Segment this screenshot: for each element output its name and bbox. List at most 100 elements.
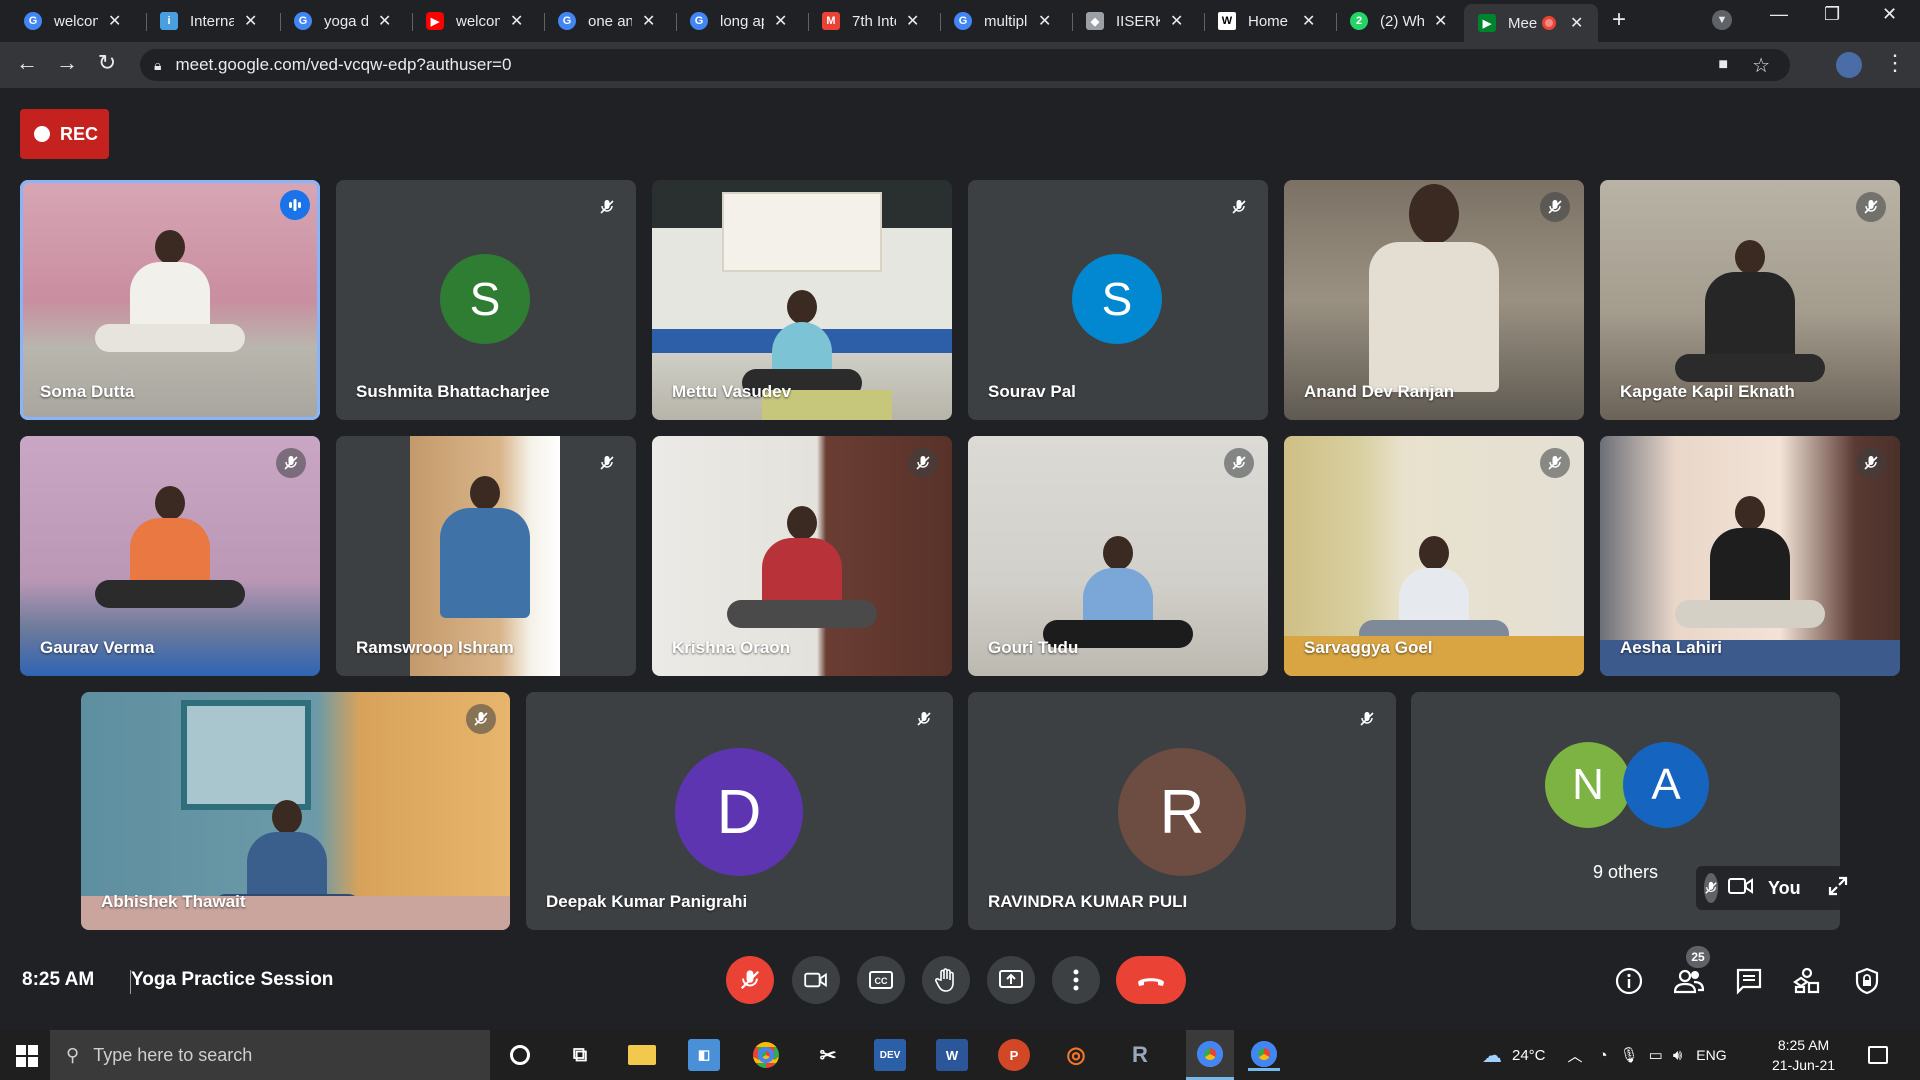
participant-tile[interactable]: Krishna Oraon xyxy=(652,436,952,676)
close-tab-icon[interactable]: ✕ xyxy=(1570,13,1583,33)
taskbar-search-box[interactable]: ⚲ Type here to search xyxy=(50,1030,490,1080)
participant-video xyxy=(1359,536,1509,648)
chrome-active-icon[interactable] xyxy=(1186,1030,1234,1080)
participant-tile[interactable]: Kapgate Kapil Eknath xyxy=(1600,180,1900,420)
browser-tab[interactable]: 2 (2) Wha ✕ xyxy=(1346,6,1447,36)
close-tab-icon[interactable]: ✕ xyxy=(642,11,655,31)
camera-toggle-button[interactable] xyxy=(792,956,840,1004)
close-tab-icon[interactable]: ✕ xyxy=(1038,11,1051,31)
participant-tile[interactable]: Aesha Lahiri xyxy=(1600,436,1900,676)
back-icon[interactable]: ← xyxy=(12,50,42,76)
browser-tab[interactable]: Gyoga da ✕ xyxy=(290,6,391,36)
bookmark-star-icon[interactable]: ☆ xyxy=(1752,53,1770,78)
leave-call-button[interactable] xyxy=(1116,956,1186,1004)
cortana-icon[interactable] xyxy=(504,1039,536,1071)
participant-tile[interactable]: S Sushmita Bhattacharjee xyxy=(336,180,636,420)
host-controls-icon[interactable] xyxy=(1850,964,1884,998)
close-tab-icon[interactable]: ✕ xyxy=(1302,11,1315,31)
battery-icon[interactable]: ▭ xyxy=(1649,1046,1663,1064)
participant-tile[interactable]: Soma Dutta xyxy=(20,180,320,420)
windows-taskbar: ⚲ Type here to search ⧉ ◧ ✂ DEV W P ◎ R … xyxy=(0,1030,1920,1080)
close-tab-icon[interactable]: ✕ xyxy=(774,11,787,31)
mic-off-icon xyxy=(1224,448,1254,478)
participant-tile[interactable]: Ramswroop Ishram xyxy=(336,436,636,676)
r-studio-icon[interactable]: R xyxy=(1124,1039,1156,1071)
chrome-icon[interactable] xyxy=(750,1039,782,1071)
powerpoint-icon[interactable]: P xyxy=(998,1039,1030,1071)
browser-tab[interactable]: Gwelcom ✕ xyxy=(20,6,121,36)
recording-indicator-icon xyxy=(1542,16,1556,30)
participant-tile[interactable]: Mettu Vasudev xyxy=(652,180,952,420)
expand-icon[interactable] xyxy=(1827,875,1849,902)
browser-tab[interactable]: ▶ welcom ✕ xyxy=(422,6,523,36)
participant-tile[interactable]: D Deepak Kumar Panigrahi xyxy=(526,692,953,930)
browser-tab[interactable]: Gone and ✕ xyxy=(554,6,655,36)
more-options-button[interactable] xyxy=(1052,956,1100,1004)
participant-tile[interactable]: Sarvaggya Goel xyxy=(1284,436,1584,676)
raise-hand-button[interactable] xyxy=(922,956,970,1004)
close-tab-icon[interactable]: ✕ xyxy=(1170,11,1183,31)
participant-tile[interactable]: Gaurav Verma xyxy=(20,436,320,676)
tab-title: one and xyxy=(588,12,632,30)
chat-icon[interactable] xyxy=(1732,964,1766,998)
weather-cloud-icon[interactable]: ☁ xyxy=(1482,1043,1502,1068)
browser-tab-active[interactable]: ▶ Mee ✕ xyxy=(1464,4,1598,42)
language-indicator[interactable]: ENG xyxy=(1696,1047,1726,1063)
participant-tile[interactable]: S Sourav Pal xyxy=(968,180,1268,420)
profile-avatar[interactable] xyxy=(1836,52,1862,78)
self-view[interactable]: You xyxy=(1696,866,1847,910)
activities-icon[interactable] xyxy=(1790,964,1824,998)
browser-tab[interactable]: i Internat ✕ xyxy=(156,6,257,36)
participant-tile[interactable]: Abhishek Thawait xyxy=(81,692,510,930)
minimize-icon[interactable]: — xyxy=(1770,4,1788,25)
participant-video xyxy=(95,230,245,352)
volume-icon[interactable]: 🔊︎ xyxy=(1673,1047,1682,1064)
close-tab-icon[interactable]: ✕ xyxy=(1434,11,1447,31)
word-icon[interactable]: W xyxy=(936,1039,968,1071)
close-window-icon[interactable]: ✕ xyxy=(1882,4,1897,25)
windows-start-icon[interactable] xyxy=(16,1045,38,1067)
browser-menu-icon[interactable]: ⋮ xyxy=(1880,50,1910,76)
taskbar-clock[interactable]: 8:25 AM 21-Jun-21 xyxy=(1772,1030,1835,1080)
notification-center-icon[interactable] xyxy=(1868,1046,1888,1064)
participant-tile[interactable]: R RAVINDRA KUMAR PULI xyxy=(968,692,1396,930)
show-hidden-icons[interactable]: ︿ xyxy=(1568,1045,1583,1066)
participant-tile[interactable]: Gouri Tudu xyxy=(968,436,1268,676)
file-explorer-icon[interactable] xyxy=(626,1039,658,1071)
jupyter-icon[interactable]: ◎ xyxy=(1060,1039,1092,1071)
close-tab-icon[interactable]: ✕ xyxy=(108,11,121,31)
tab-search-icon[interactable]: ▼ xyxy=(1712,10,1732,30)
meeting-details-icon[interactable] xyxy=(1612,964,1646,998)
url-bar[interactable]: 🔒︎ meet.google.com/ved-vcqw-edp?authuser… xyxy=(140,49,1790,81)
self-camera-off-icon[interactable] xyxy=(1728,876,1754,901)
self-mic-off-icon[interactable] xyxy=(1704,873,1718,903)
people-icon[interactable] xyxy=(1672,964,1706,998)
present-screen-button[interactable] xyxy=(987,956,1035,1004)
browser-tab[interactable]: W Home | ✕ xyxy=(1214,6,1315,36)
task-view-icon[interactable]: ⧉ xyxy=(564,1039,596,1071)
captions-button[interactable]: CC xyxy=(857,956,905,1004)
close-tab-icon[interactable]: ✕ xyxy=(906,11,919,31)
dev-cpp-icon[interactable]: DEV xyxy=(874,1039,906,1071)
record-dot-icon xyxy=(34,126,50,142)
browser-tab[interactable]: M 7th Inte ✕ xyxy=(818,6,919,36)
paint-app-icon[interactable]: ◧ xyxy=(688,1039,720,1071)
participant-tile[interactable]: Anand Dev Ranjan xyxy=(1284,180,1584,420)
forward-icon[interactable]: → xyxy=(52,50,82,76)
wifi-icon[interactable]: ◔ xyxy=(1599,1047,1608,1064)
close-tab-icon[interactable]: ✕ xyxy=(510,11,523,31)
weather-temperature[interactable]: 24°C xyxy=(1512,1047,1546,1064)
browser-tab[interactable]: Gmultiple ✕ xyxy=(950,6,1051,36)
restore-icon[interactable]: ❐ xyxy=(1824,4,1840,25)
browser-tab[interactable]: ◆ IISERKO ✕ xyxy=(1082,6,1183,36)
snipping-tool-icon[interactable]: ✂ xyxy=(812,1039,844,1071)
mic-toggle-button[interactable] xyxy=(726,956,774,1004)
reload-icon[interactable]: ↻ xyxy=(92,50,122,76)
close-tab-icon[interactable]: ✕ xyxy=(244,11,257,31)
browser-tab[interactable]: Glong ap ✕ xyxy=(686,6,787,36)
camera-icon[interactable]: ■ xyxy=(1718,56,1728,74)
close-tab-icon[interactable]: ✕ xyxy=(378,11,391,31)
microphone-icon[interactable]: 🎙︎ xyxy=(1620,1046,1639,1064)
chrome-profile-icon[interactable] xyxy=(1248,1039,1280,1071)
new-tab-icon[interactable]: + xyxy=(1612,6,1626,34)
